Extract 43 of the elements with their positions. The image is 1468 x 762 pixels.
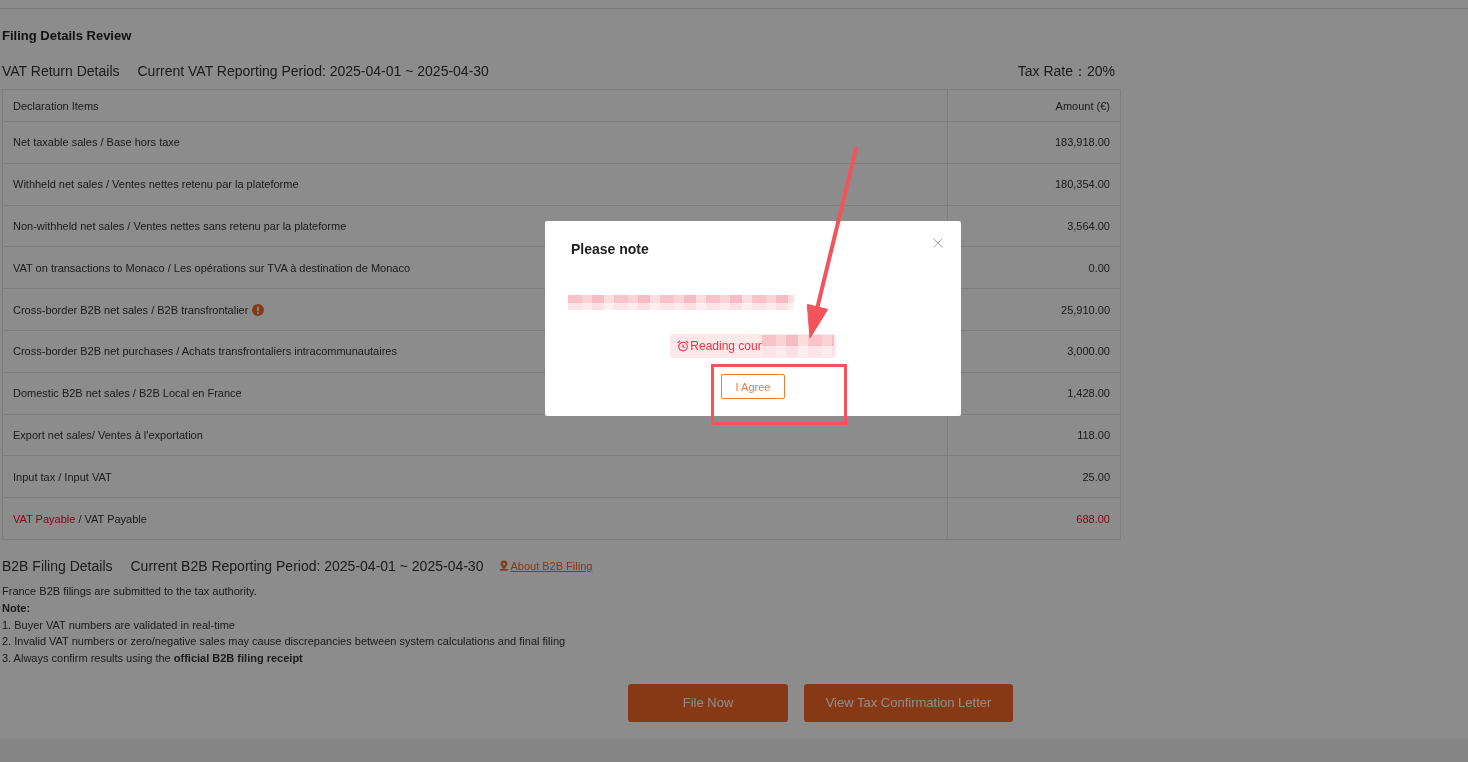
page-title: Filing Details Review: [2, 27, 133, 44]
dialog-title: Please note: [571, 241, 649, 257]
amount-cell-text: 3,564.00: [1066, 219, 1111, 234]
note-item: 3. Always confirm results using the official B2B filing receipt: [2, 651, 304, 667]
item-label: Withheld net sales / Ventes nettes retenu par la plateforme: [13, 178, 299, 191]
section-heading: B2B Filing Details: [2, 556, 113, 576]
note-item: 1. Buyer VAT numbers are validated in real-time: [2, 617, 236, 633]
action-button[interactable]: View Tax Confirmation Letter: [804, 683, 1013, 722]
item-label: Domestic B2B net sales / B2B Local en France: [13, 387, 242, 400]
amount-cell-text: 1,428.00: [1066, 386, 1111, 402]
tax-rate: Tax Rate：20%: [1017, 62, 1115, 81]
item-label: Non-withheld net sales / Ventes nettes sans retenu par la plateforme: [13, 220, 347, 232]
close-button[interactable]: [933, 238, 943, 248]
item-label: VAT Payable / VAT Payable: [13, 512, 147, 525]
section-heading: VAT Return Details: [2, 62, 120, 81]
amount-cell-text: 25.00: [1081, 469, 1111, 485]
close-icon: [933, 238, 943, 248]
item-label: Input tax / Input VAT: [13, 470, 112, 483]
item-label: Net taxable sales / Base hors taxe: [13, 136, 180, 149]
column-header: Amount (€): [1054, 98, 1111, 114]
about-link[interactable]: About B2B Filing: [499, 559, 593, 572]
countdown-text: Reading cour: [690, 339, 762, 353]
note-label: Note:: [2, 600, 32, 616]
amount-cell-text: 3,000.00: [1066, 344, 1111, 360]
amount-cell-text: 0.00: [1087, 260, 1111, 276]
item-label: VAT on transactions to Monaco / Les opérations sur TVA à destination de Monaco: [13, 261, 411, 274]
item-label: Cross-border B2B net sales / B2B transfrontalier: [13, 303, 249, 316]
action-button[interactable]: File Now: [628, 683, 788, 722]
amount-cell-text: 688.00: [1075, 511, 1111, 527]
item-label: Cross-border B2B net purchases / Achats transfrontaliers intracommunautaires: [13, 345, 397, 358]
map-pin-icon: [499, 560, 510, 572]
amount-cell-text: 25,910.00: [1060, 302, 1111, 318]
item-label: Export net sales/ Ventes à l'exportation: [13, 428, 203, 441]
alarm-clock-icon: [677, 340, 690, 352]
note-item: 2. Invalid VAT numbers or zero/negative sales may cause discrepancies between system calculations and final filing: [2, 634, 567, 650]
column-header: Declaration Items: [3, 90, 948, 121]
agree-button[interactable]: I Agree: [721, 374, 785, 399]
reporting-period: Current B2B Reporting Period: 2025-04-01 ~ 2025-04-30: [130, 556, 484, 576]
amount-cell-text: 118.00: [1076, 427, 1111, 443]
intro-text: France B2B filings are submitted to the tax authority.: [2, 583, 258, 599]
amount-cell-text: 183,918.00: [1053, 135, 1111, 151]
amount-cell-text: 180,354.00: [1053, 177, 1111, 193]
reporting-period: Current VAT Reporting Period: 2025-04-01 ~ 2025-04-30: [137, 62, 489, 81]
